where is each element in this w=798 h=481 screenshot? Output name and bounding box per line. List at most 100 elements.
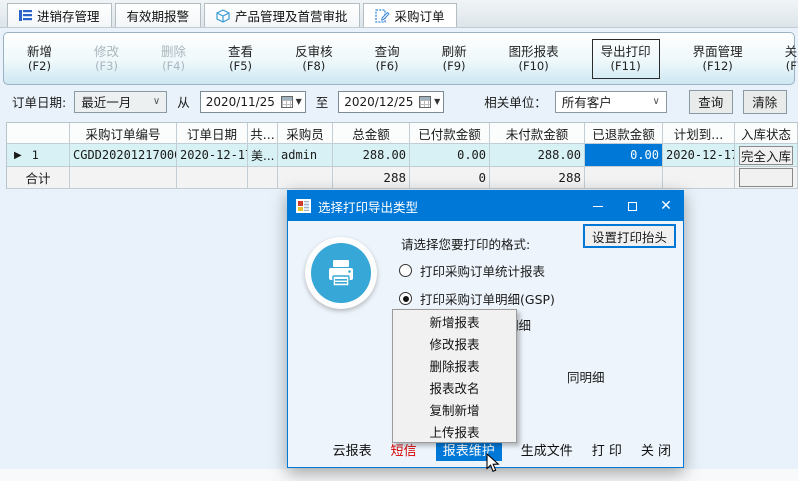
- row-pointer-icon: ▶: [14, 150, 22, 161]
- total-empty: [177, 167, 248, 189]
- clear-button-label: 清除: [752, 92, 777, 111]
- button-key: (F2): [28, 59, 51, 74]
- refresh-button[interactable]: 刷新(F9): [433, 39, 476, 79]
- close-icon: ✕: [660, 199, 672, 213]
- total-stock-cell: [735, 167, 798, 189]
- button-label: 查询: [375, 44, 400, 59]
- menu-item-modify-report[interactable]: 修改报表: [393, 332, 516, 354]
- dialog-titlebar[interactable]: 选择打印导出类型 ✕: [288, 191, 683, 221]
- tab-label: 有效期报警: [127, 6, 190, 25]
- cell-unpaid-amount[interactable]: 288.00: [490, 144, 585, 167]
- cell-refund-amount-selected[interactable]: 0.00: [585, 144, 663, 167]
- new-button[interactable]: 新增(F2): [18, 39, 61, 79]
- col-plan-arrive[interactable]: 计划到...: [663, 123, 735, 144]
- cloud-report-action[interactable]: 云报表: [333, 440, 372, 459]
- cell-order-no[interactable]: CGDD202012170001: [70, 144, 177, 167]
- menu-item-rename-report[interactable]: 报表改名: [393, 376, 516, 398]
- button-label: 图形报表: [509, 44, 559, 59]
- button-label: 删除: [161, 44, 186, 59]
- radio-order-detail-gsp[interactable]: 打印采购订单明细(GSP): [399, 289, 555, 308]
- menu-item-copy-add[interactable]: 复制新增: [393, 398, 516, 420]
- tab-purchase-order[interactable]: 采购订单: [363, 3, 457, 27]
- close-button[interactable]: 关闭(F7): [776, 39, 798, 79]
- col-order-no[interactable]: 采购订单编号: [70, 123, 177, 144]
- col-paid-amount[interactable]: 已付款金额: [410, 123, 490, 144]
- maximize-button[interactable]: [615, 191, 649, 221]
- button-key: (F3): [95, 59, 118, 74]
- set-print-header-button[interactable]: 设置打印抬头: [583, 224, 676, 248]
- col-stock-status[interactable]: 入库状态: [735, 123, 798, 144]
- date-range-select[interactable]: 最近一月 ∨: [74, 91, 167, 113]
- empty-status-button: [739, 168, 793, 187]
- col-total-amount[interactable]: 总金额: [333, 123, 410, 144]
- graph-report-button[interactable]: 图形报表(F10): [500, 39, 568, 79]
- modify-button: 修改(F3): [85, 39, 128, 79]
- col-shared[interactable]: 共...: [248, 123, 278, 144]
- cell-shared[interactable]: 美...: [248, 144, 278, 167]
- menu-item-delete-report[interactable]: 删除报表: [393, 354, 516, 376]
- from-label: 从: [177, 92, 190, 111]
- chevron-down-icon: ∨: [153, 96, 160, 107]
- printer-badge: [305, 237, 377, 309]
- total-empty: [70, 167, 177, 189]
- total-paid: 0: [410, 167, 490, 189]
- tab-expiry-alert[interactable]: 有效期报警: [115, 3, 202, 27]
- calendar-icon: [281, 96, 293, 108]
- stock-status-button[interactable]: 完全入库: [739, 146, 793, 165]
- from-date-value: 2020/11/25: [206, 95, 281, 109]
- search-button[interactable]: 查询: [689, 90, 733, 114]
- button-label: 修改: [94, 44, 119, 59]
- from-date-input[interactable]: 2020/11/25 ▼: [200, 91, 306, 113]
- date-range-value: 最近一月: [81, 92, 131, 111]
- total-empty: [663, 167, 735, 189]
- table-row[interactable]: ▶ 1 CGDD202012170001 2020-12-17 美... adm…: [7, 144, 798, 167]
- export-print-button[interactable]: 导出打印(F11): [592, 39, 660, 79]
- tab-product-management[interactable]: 产品管理及首营审批: [204, 3, 360, 27]
- cell-plan-date[interactable]: 2020-12-17: [663, 144, 735, 167]
- button-label: 反审核: [295, 44, 333, 59]
- view-button[interactable]: 查看(F5): [219, 39, 262, 79]
- close-action[interactable]: 关 闭: [641, 440, 671, 459]
- total-empty: [585, 167, 663, 189]
- generate-file-action[interactable]: 生成文件: [521, 440, 573, 459]
- minimize-button[interactable]: [581, 191, 615, 221]
- cell-buyer[interactable]: admin: [278, 144, 333, 167]
- search-button-label: 查询: [698, 92, 723, 111]
- row-selector-cell[interactable]: ▶ 1: [7, 144, 70, 167]
- print-format-prompt: 请选择您要打印的格式:: [401, 234, 530, 253]
- col-order-date[interactable]: 订单日期: [177, 123, 248, 144]
- ui-manage-button[interactable]: 界面管理(F12): [684, 39, 752, 79]
- total-unpaid: 288: [490, 167, 585, 189]
- button-key: (F4): [162, 59, 185, 74]
- col-refund-amount[interactable]: 已退款金额: [585, 123, 663, 144]
- button-key: (F5): [229, 59, 252, 74]
- button-label: 关闭: [785, 44, 798, 59]
- radio-statistic-report[interactable]: 打印采购订单统计报表: [399, 261, 545, 280]
- reverse-audit-button[interactable]: 反审核(F8): [286, 39, 342, 79]
- tab-inventory-management[interactable]: 进销存管理: [7, 3, 112, 27]
- cell-order-date[interactable]: 2020-12-17: [177, 144, 248, 167]
- button-key: (F11): [611, 59, 641, 74]
- related-unit-value: 所有客户: [562, 92, 612, 111]
- maximize-icon: [628, 202, 637, 211]
- to-date-value: 2020/12/25: [344, 95, 419, 109]
- close-dialog-button[interactable]: ✕: [649, 191, 683, 221]
- print-action[interactable]: 打 印: [592, 440, 622, 459]
- tab-label: 进销存管理: [37, 6, 100, 25]
- button-key: (F9): [443, 59, 466, 74]
- cell-total-amount[interactable]: 288.00: [333, 144, 410, 167]
- to-date-input[interactable]: 2020/12/25 ▼: [338, 91, 444, 113]
- menu-item-add-report[interactable]: 新增报表: [393, 310, 516, 332]
- tab-label: 产品管理及首营审批: [235, 6, 348, 25]
- button-key: (F6): [376, 59, 399, 74]
- query-button[interactable]: 查询(F6): [366, 39, 409, 79]
- tab-label: 采购订单: [395, 6, 445, 25]
- filter-bar: 订单日期: 最近一月 ∨ 从 2020/11/25 ▼ 至 2020/12/25…: [0, 85, 798, 118]
- col-buyer[interactable]: 采购员: [278, 123, 333, 144]
- clear-button[interactable]: 清除: [743, 90, 787, 114]
- col-unpaid-amount[interactable]: 未付款金额: [490, 123, 585, 144]
- cell-paid-amount[interactable]: 0.00: [410, 144, 490, 167]
- total-empty: [278, 167, 333, 189]
- menu-item-upload-report[interactable]: 上传报表: [393, 420, 516, 442]
- related-unit-select[interactable]: 所有客户 ∨: [555, 91, 667, 113]
